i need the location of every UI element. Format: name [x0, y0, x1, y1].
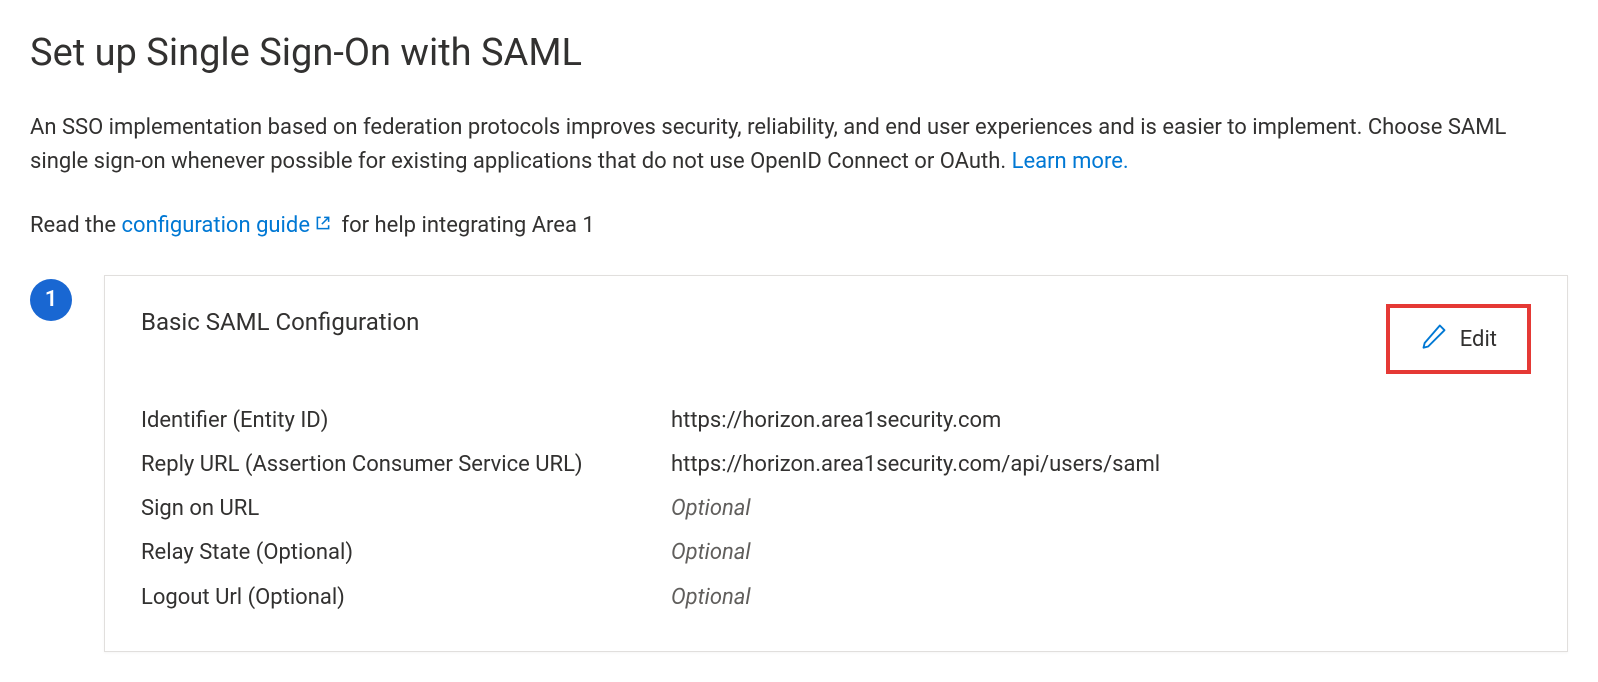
pencil-icon: [1420, 322, 1448, 356]
card-header: Basic SAML Configuration Edit: [141, 304, 1531, 374]
edit-button-label: Edit: [1460, 327, 1497, 352]
identifier-value: https://horizon.area1security.com: [671, 404, 1531, 438]
description-text: An SSO implementation based on federatio…: [30, 115, 1506, 174]
step-number-badge: 1: [30, 279, 72, 321]
saml-config-grid: Identifier (Entity ID) https://horizon.a…: [141, 404, 1531, 614]
learn-more-link[interactable]: Learn more.: [1012, 149, 1129, 174]
step-1-row: 1 Basic SAML Configuration Edit Identifi…: [30, 275, 1568, 651]
page-description: An SSO implementation based on federatio…: [30, 111, 1550, 179]
relay-state-value: Optional: [671, 536, 1531, 570]
configuration-guide-line: Read the configuration guide for help in…: [30, 209, 1568, 243]
relay-state-label: Relay State (Optional): [141, 536, 671, 570]
logout-url-value: Optional: [671, 581, 1531, 615]
identifier-label: Identifier (Entity ID): [141, 404, 671, 438]
guide-prefix: Read the: [30, 213, 122, 238]
guide-link-text: configuration guide: [122, 213, 310, 238]
reply-url-label: Reply URL (Assertion Consumer Service UR…: [141, 448, 671, 482]
sign-on-url-label: Sign on URL: [141, 492, 671, 526]
reply-url-value: https://horizon.area1security.com/api/us…: [671, 448, 1531, 482]
external-link-icon: [314, 209, 332, 243]
logout-url-label: Logout Url (Optional): [141, 581, 671, 615]
guide-suffix: for help integrating Area 1: [336, 213, 595, 238]
sign-on-url-value: Optional: [671, 492, 1531, 526]
edit-button[interactable]: Edit: [1386, 304, 1531, 374]
card-title: Basic SAML Configuration: [141, 304, 419, 341]
basic-saml-configuration-card: Basic SAML Configuration Edit Identifier…: [104, 275, 1568, 651]
configuration-guide-link[interactable]: configuration guide: [122, 213, 336, 238]
page-title: Set up Single Sign-On with SAML: [30, 24, 1568, 83]
